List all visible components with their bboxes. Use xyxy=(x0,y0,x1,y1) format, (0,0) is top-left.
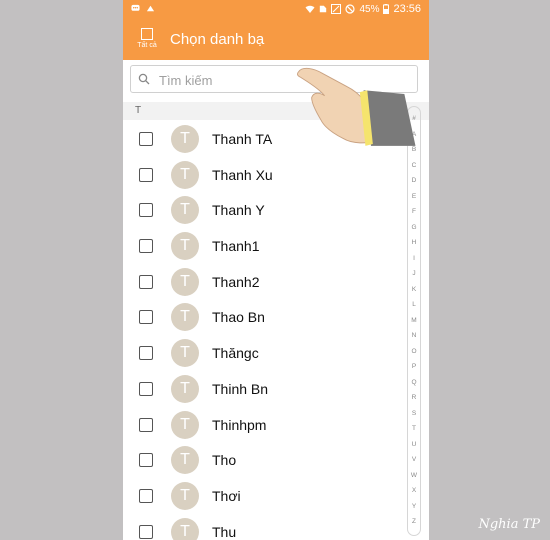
contact-name: Tho xyxy=(212,452,237,469)
avatar: T xyxy=(171,339,199,368)
avatar: T xyxy=(171,303,199,332)
contact-name: Thanh Xu xyxy=(212,166,273,183)
contact-row[interactable]: T Thanh2 xyxy=(123,263,429,299)
contact-checkbox[interactable] xyxy=(139,488,153,503)
index-letter[interactable]: U xyxy=(412,437,417,453)
contact-name: Thanh2 xyxy=(212,273,260,290)
select-all-label: Tất cả xyxy=(137,42,157,49)
section-letter: T xyxy=(135,105,142,116)
phone-screen: 45% 23:56 Tất cả Chọn danh bạ T T Thanh T… xyxy=(123,0,429,540)
battery-percent: 45% xyxy=(359,3,380,15)
contact-name: Thăngc xyxy=(212,345,259,362)
index-letter[interactable]: C xyxy=(412,158,417,174)
index-letter[interactable]: J xyxy=(412,266,415,282)
avatar: T xyxy=(171,267,199,296)
contact-row[interactable]: T Thanh1 xyxy=(123,227,429,263)
page-title: Chọn danh bạ xyxy=(170,31,265,48)
contact-checkbox[interactable] xyxy=(139,346,153,361)
contact-name: Thơi xyxy=(212,487,241,504)
messages-icon xyxy=(131,4,140,11)
contact-row[interactable]: T Tho xyxy=(123,441,429,477)
contact-name: Thinh Bn xyxy=(212,380,269,397)
index-letter[interactable]: T xyxy=(412,421,416,437)
avatar: T xyxy=(171,232,199,261)
index-letter[interactable]: I xyxy=(413,251,415,267)
contact-name: Thao Bn xyxy=(212,309,265,326)
avatar: T xyxy=(171,410,199,439)
index-letter[interactable]: G xyxy=(411,220,416,236)
index-letter[interactable]: H xyxy=(412,235,417,251)
pointing-hand-icon xyxy=(296,67,416,146)
index-letter[interactable]: V xyxy=(412,452,416,468)
contact-row[interactable]: T Thơi xyxy=(123,477,429,513)
select-all-box[interactable] xyxy=(141,28,153,40)
contact-name: Thu xyxy=(212,523,237,540)
contact-checkbox[interactable] xyxy=(139,310,153,325)
index-letter[interactable]: X xyxy=(412,483,416,499)
avatar: T xyxy=(171,160,199,189)
index-letter[interactable]: M xyxy=(411,313,416,329)
index-letter[interactable]: Y xyxy=(412,499,416,515)
avatar: T xyxy=(171,196,199,225)
notification-icon xyxy=(146,5,155,12)
app-bar: Tất cả Chọn danh bạ xyxy=(123,20,429,60)
contact-row[interactable]: T Thinhpm xyxy=(123,406,429,442)
contact-list: T Thanh TA T Thanh Xu T Thanh Y T Thanh1 T Th… xyxy=(123,120,429,540)
no-disturb-icon xyxy=(345,4,356,14)
avatar: T xyxy=(171,446,199,475)
contact-row[interactable]: T Thinh Bn xyxy=(123,370,429,406)
status-bar: 45% 23:56 xyxy=(123,0,429,20)
search-icon xyxy=(138,73,150,85)
contact-checkbox[interactable] xyxy=(139,381,153,396)
contact-checkbox[interactable] xyxy=(139,417,153,432)
contact-row[interactable]: T Thao Bn xyxy=(123,298,429,334)
avatar: T xyxy=(171,374,199,403)
contact-row[interactable]: T Thanh Y xyxy=(123,191,429,227)
index-letter[interactable]: D xyxy=(412,173,417,189)
contact-name: Thinhpm xyxy=(212,416,267,433)
index-letter[interactable]: R xyxy=(412,390,417,406)
avatar: T xyxy=(171,481,199,510)
contact-row[interactable]: T Thanh Xu xyxy=(123,156,429,192)
wifi-icon xyxy=(305,5,315,13)
index-letter[interactable]: P xyxy=(412,359,416,375)
contact-checkbox[interactable] xyxy=(139,239,153,254)
signal-icon xyxy=(331,4,342,14)
contact-name: Thanh TA xyxy=(212,131,273,147)
author-signature: Nghia TP xyxy=(478,517,540,532)
index-letter[interactable]: W xyxy=(411,468,417,484)
sim-icon xyxy=(320,5,327,13)
contact-row[interactable]: T Thăngc xyxy=(123,334,429,370)
index-letter[interactable]: F xyxy=(412,204,416,220)
contact-checkbox[interactable] xyxy=(139,132,153,146)
index-letter[interactable]: S xyxy=(412,406,416,422)
contact-row[interactable]: T Thu xyxy=(123,513,429,540)
index-letter[interactable]: Q xyxy=(411,375,416,391)
index-letter[interactable]: L xyxy=(412,297,416,313)
index-letter[interactable]: K xyxy=(412,282,416,298)
battery-icon xyxy=(383,4,390,14)
contact-checkbox[interactable] xyxy=(139,274,153,289)
alphabet-index-scrollbar[interactable]: # A B C D E F G H I J K L M N O P Q R S T U V W X Y Z xyxy=(407,106,421,536)
index-letter[interactable]: E xyxy=(412,189,416,205)
clock: 23:56 xyxy=(393,3,421,15)
avatar: T xyxy=(171,517,199,540)
select-all-checkbox[interactable]: Tất cả xyxy=(133,28,161,49)
index-letter[interactable]: O xyxy=(411,344,416,360)
contact-checkbox[interactable] xyxy=(139,453,153,468)
contact-name: Thanh Y xyxy=(212,202,265,219)
contact-checkbox[interactable] xyxy=(139,203,153,218)
index-letter[interactable]: N xyxy=(412,328,417,344)
contact-checkbox[interactable] xyxy=(139,167,153,182)
avatar: T xyxy=(171,125,199,153)
contact-checkbox[interactable] xyxy=(139,524,153,539)
index-letter[interactable]: Z xyxy=(412,514,416,530)
contact-name: Thanh1 xyxy=(212,238,260,255)
